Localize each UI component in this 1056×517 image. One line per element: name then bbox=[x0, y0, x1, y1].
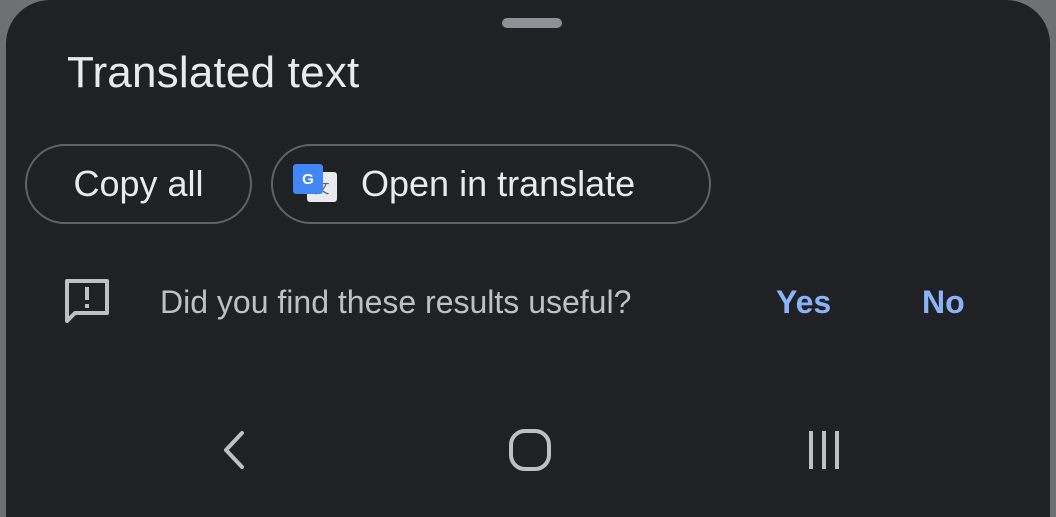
drag-handle[interactable] bbox=[502, 18, 562, 28]
feedback-question: Did you find these results useful? bbox=[160, 284, 632, 320]
nav-back-button[interactable] bbox=[194, 420, 274, 480]
feedback-icon bbox=[65, 279, 109, 323]
copy-all-label: Copy all bbox=[73, 163, 204, 204]
nav-home-button[interactable] bbox=[490, 420, 570, 480]
system-navigation-bar bbox=[6, 400, 1050, 517]
sheet-title: Translated text bbox=[67, 48, 360, 97]
copy-all-button[interactable]: Copy all bbox=[25, 144, 252, 224]
home-icon bbox=[509, 429, 551, 471]
open-in-translate-label: Open in translate bbox=[361, 163, 636, 204]
recents-icon bbox=[809, 431, 839, 469]
nav-recents-button[interactable] bbox=[784, 420, 864, 480]
back-icon bbox=[224, 431, 244, 469]
feedback-yes-button[interactable]: Yes bbox=[776, 282, 831, 322]
open-in-translate-button[interactable]: 文 G Open in translate bbox=[271, 144, 711, 224]
feedback-no-button[interactable]: No bbox=[922, 282, 965, 322]
google-translate-icon: 文 G bbox=[293, 164, 339, 204]
bottom-sheet: Translated text Copy all 文 G Open in tra… bbox=[6, 0, 1050, 517]
translate-icon-front: G bbox=[293, 164, 323, 194]
